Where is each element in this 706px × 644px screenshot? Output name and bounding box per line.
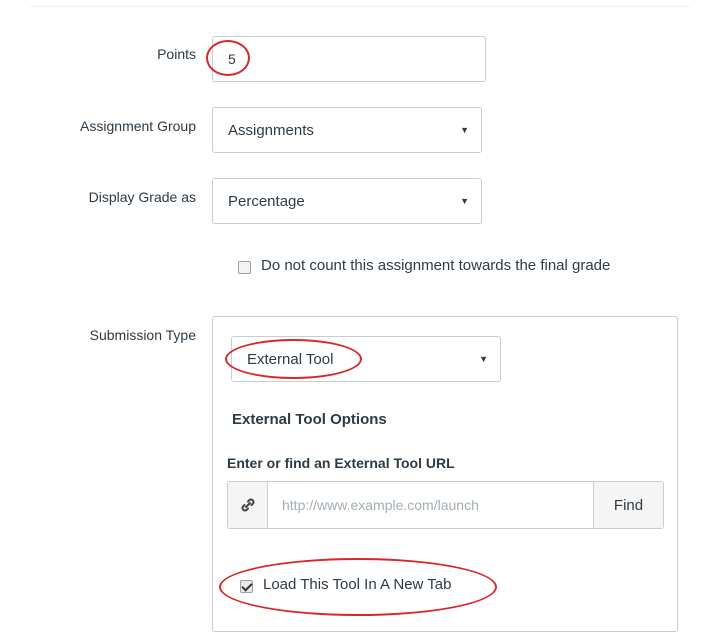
- submission-type-value: External Tool: [247, 350, 334, 368]
- new-tab-checkbox[interactable]: [240, 580, 253, 593]
- display-grade-select[interactable]: Percentage ▼: [212, 178, 482, 224]
- external-tool-url-input[interactable]: http://www.example.com/launch: [268, 482, 593, 528]
- external-tool-url-label: Enter or find an External Tool URL: [227, 455, 455, 471]
- submission-type-select[interactable]: External Tool ▼: [231, 336, 501, 382]
- chevron-down-icon: ▼: [460, 125, 469, 135]
- external-tool-options-heading: External Tool Options: [232, 411, 387, 428]
- new-tab-label: Load This Tool In A New Tab: [263, 576, 452, 593]
- display-grade-label: Display Grade as: [88, 189, 196, 205]
- points-input[interactable]: 5: [212, 36, 486, 82]
- top-divider: [30, 6, 690, 7]
- chevron-down-icon: ▼: [479, 354, 488, 364]
- assignment-group-label: Assignment Group: [80, 118, 196, 134]
- link-icon: [228, 482, 268, 528]
- omit-from-final-label: Do not count this assignment towards the…: [261, 257, 611, 274]
- link-icon-glyph: [241, 498, 254, 512]
- assignment-group-select[interactable]: Assignments ▼: [212, 107, 482, 153]
- omit-from-final-checkbox[interactable]: [238, 261, 251, 274]
- assignment-settings-form: Points 5 Assignment Group Assignments ▼ …: [0, 0, 706, 644]
- chevron-down-icon: ▼: [460, 196, 469, 206]
- display-grade-value: Percentage: [228, 192, 305, 210]
- find-button[interactable]: Find: [593, 482, 663, 528]
- url-placeholder: http://www.example.com/launch: [282, 497, 479, 513]
- points-value: 5: [228, 51, 236, 67]
- points-label: Points: [157, 46, 196, 62]
- assignment-group-value: Assignments: [228, 121, 314, 139]
- submission-type-label: Submission Type: [89, 327, 196, 343]
- external-tool-url-group: http://www.example.com/launch Find: [227, 481, 664, 529]
